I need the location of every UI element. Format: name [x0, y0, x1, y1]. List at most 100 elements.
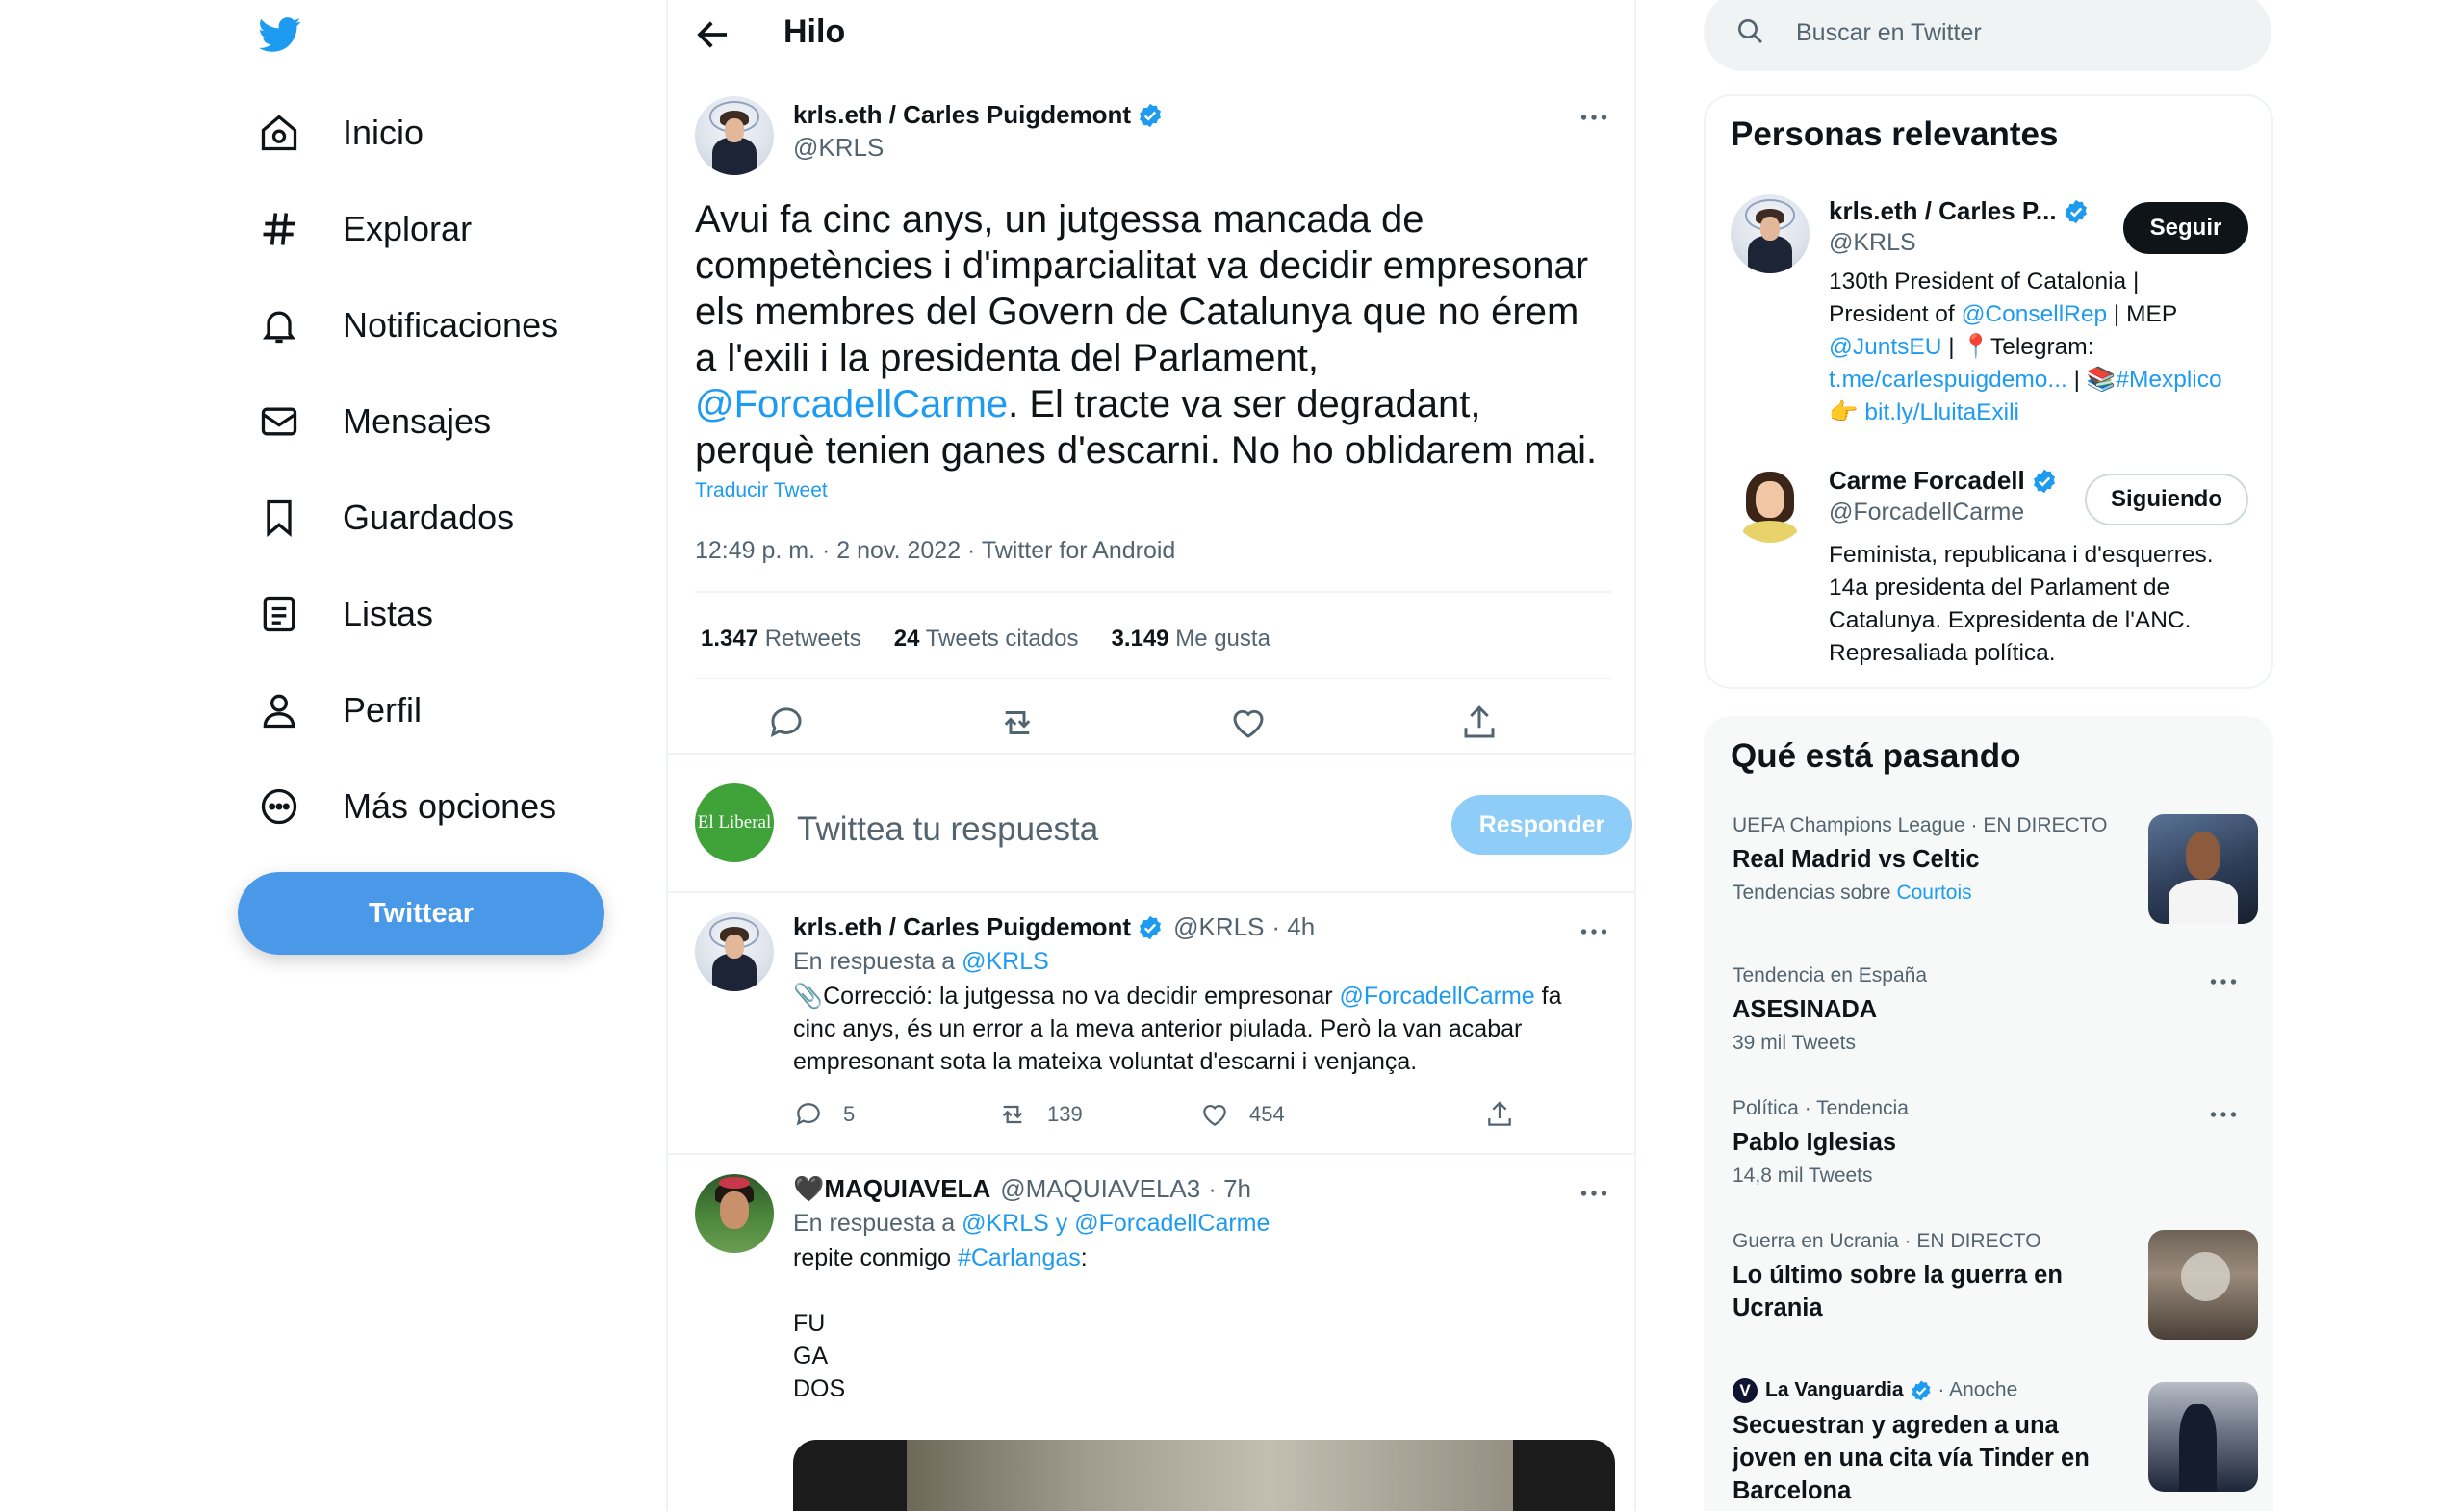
hashtag-link[interactable]: #Carlangas: [958, 1244, 1081, 1271]
bio-line: Catalunya. Expresidenta de l'ANC.: [1829, 607, 2192, 633]
author-handle[interactable]: @KRLS: [1173, 912, 1264, 942]
more-options-icon[interactable]: [1577, 100, 1611, 135]
retweet-count: 139: [1047, 1102, 1083, 1126]
url-link[interactable]: bit.ly/LluitaExili: [1864, 399, 2019, 425]
mention-link[interactable]: @JuntsEU: [1829, 334, 1941, 360]
bio-line: Feminista, republicana i d'esquerres.: [1829, 542, 2214, 568]
search-input[interactable]: Buscar en Twitter: [1796, 19, 1982, 47]
follow-button[interactable]: Seguir: [2123, 202, 2248, 254]
author-handle[interactable]: @KRLS: [793, 133, 884, 163]
more-circle-icon: [256, 783, 302, 830]
trend-tweet-count: 39 mil Tweets: [1732, 1032, 1856, 1054]
person-handle[interactable]: @KRLS: [1829, 229, 1916, 257]
person-handle[interactable]: @ForcadellCarme: [1829, 499, 2024, 526]
like-icon[interactable]: [1228, 703, 1269, 743]
hashtag-icon: [256, 206, 302, 252]
trend-related-link[interactable]: Courtois: [1896, 882, 1971, 904]
verified-badge-icon: [1912, 1380, 1930, 1401]
right-sidebar: Buscar en Twitter Personas relevantes kr…: [1636, 0, 2464, 1511]
quotes-count: 24: [893, 626, 920, 652]
author-name[interactable]: 🖤MAQUIAVELA: [793, 1174, 990, 1204]
like-action[interactable]: 454: [1199, 1099, 1285, 1130]
trend-thumbnail[interactable]: [2148, 1382, 2258, 1492]
nav-profile[interactable]: Perfil: [256, 681, 422, 739]
share-action[interactable]: [1484, 1099, 1534, 1130]
mention-link[interactable]: @ConsellRep: [1962, 301, 2108, 327]
author-name-text: krls.eth / Carles Puigdemont: [793, 100, 1132, 129]
person-name[interactable]: Carme Forcadell: [1829, 466, 2058, 496]
news-time: · Anoche: [1938, 1378, 2018, 1401]
tweet-media[interactable]: [793, 1440, 1615, 1511]
reply-context: En respuesta a @KRLS: [793, 945, 1611, 978]
share-icon[interactable]: [1459, 703, 1500, 743]
news-source-name: La Vanguardia: [1765, 1378, 1904, 1401]
reply-input[interactable]: Twittea tu respuesta: [797, 810, 1098, 849]
retweets-stat[interactable]: 1.347 Retweets: [701, 626, 861, 653]
search-bar[interactable]: Buscar en Twitter: [1704, 0, 2272, 71]
back-arrow-icon[interactable]: [693, 14, 733, 55]
author-handle[interactable]: @MAQUIAVELA3: [1000, 1174, 1200, 1204]
mention-link[interactable]: @KRLS y @ForcadellCarme: [962, 1210, 1270, 1237]
tweet-actions: 5 139 454: [793, 1099, 1525, 1138]
author-name[interactable]: krls.eth / Carles Puigdemont: [793, 100, 1164, 130]
bio-line: t.me/carlespuigdemo... | 📚#Mexplico: [1829, 364, 2252, 397]
avatar[interactable]: [695, 1174, 774, 1253]
avatar[interactable]: [1731, 194, 1810, 273]
mention-link[interactable]: @ForcadellCarme: [695, 383, 1008, 425]
trend-item[interactable]: Política · Tendencia Pablo Iglesias 14,8…: [1732, 1097, 2252, 1188]
relevant-people-card: Personas relevantes krls.eth / Carles P.…: [1704, 94, 2273, 689]
reply-button[interactable]: Responder: [1451, 795, 1632, 855]
quotes-label: Tweets citados: [925, 626, 1079, 652]
nav-bookmarks[interactable]: Guardados: [256, 489, 514, 547]
trend-thumbnail[interactable]: [2148, 1230, 2258, 1340]
bio-text: | 📍Telegram:: [1941, 334, 2094, 360]
trend-thumbnail[interactable]: [2148, 814, 2258, 924]
quotes-stat[interactable]: 24 Tweets citados: [894, 626, 1079, 653]
person-name[interactable]: krls.eth / Carles P...: [1829, 196, 2090, 226]
twitter-logo-icon[interactable]: [254, 13, 306, 56]
more-options-icon[interactable]: [2206, 964, 2241, 999]
like-icon: [1203, 1104, 1226, 1126]
avatar[interactable]: [1731, 464, 1810, 543]
url-link[interactable]: t.me/carlespuigdemo...: [1829, 367, 2067, 393]
hashtag-link[interactable]: #Mexplico: [2116, 367, 2221, 393]
more-options-icon[interactable]: [1577, 1176, 1611, 1211]
following-button[interactable]: Siguiendo: [2085, 474, 2248, 525]
reply-tweet[interactable]: krls.eth / Carles Puigdemont @KRLS · 4h …: [668, 893, 1634, 1155]
more-options-icon[interactable]: [1577, 914, 1611, 949]
thread-header: Hilo: [668, 0, 1634, 67]
tweet-time[interactable]: · 7h: [1208, 1174, 1251, 1204]
tweet-button[interactable]: Twittear: [238, 872, 604, 955]
reply-count: 5: [843, 1102, 856, 1126]
avatar[interactable]: [695, 912, 774, 991]
author-name[interactable]: krls.eth / Carles Puigdemont: [793, 912, 1131, 942]
nav-explore-label: Explorar: [343, 209, 473, 248]
home-icon: [256, 110, 302, 156]
tweet-time[interactable]: · 4h: [1271, 912, 1315, 942]
nav-explore[interactable]: Explorar: [256, 200, 472, 258]
current-user-avatar[interactable]: El Liberal: [695, 783, 774, 862]
reply-action[interactable]: 5: [793, 1099, 855, 1130]
nav-messages[interactable]: Mensajes: [256, 393, 491, 450]
divider: [695, 591, 1611, 593]
translate-tweet-link[interactable]: Traducir Tweet: [695, 479, 828, 502]
retweets-count: 1.347: [701, 626, 759, 652]
more-options-icon[interactable]: [2206, 1097, 2241, 1132]
nav-home[interactable]: Inicio: [256, 104, 424, 162]
divider: [695, 678, 1611, 679]
retweet-icon[interactable]: [997, 703, 1038, 743]
mention-link[interactable]: @KRLS: [962, 948, 1049, 975]
left-navigation: Inicio Explorar Notificaciones Mensajes …: [0, 0, 666, 1511]
retweet-action[interactable]: 139: [997, 1099, 1083, 1130]
likes-stat[interactable]: 3.149 Me gusta: [1111, 626, 1270, 653]
card-title: Qué está pasando: [1731, 737, 2021, 775]
nav-more-options[interactable]: Más opciones: [256, 778, 556, 835]
nav-notifications[interactable]: Notificaciones: [256, 296, 558, 354]
avatar[interactable]: [695, 96, 774, 175]
reply-icon[interactable]: [766, 703, 807, 743]
mention-link[interactable]: @ForcadellCarme: [1340, 983, 1535, 1010]
trend-item[interactable]: Tendencia en España ASESINADA 39 mil Twe…: [1732, 964, 2252, 1055]
nav-lists[interactable]: Listas: [256, 585, 433, 643]
reply-context-label: En respuesta a: [793, 1210, 956, 1237]
tweet-timestamp[interactable]: 12:49 p. m. · 2 nov. 2022 · Twitter for …: [695, 537, 1175, 565]
